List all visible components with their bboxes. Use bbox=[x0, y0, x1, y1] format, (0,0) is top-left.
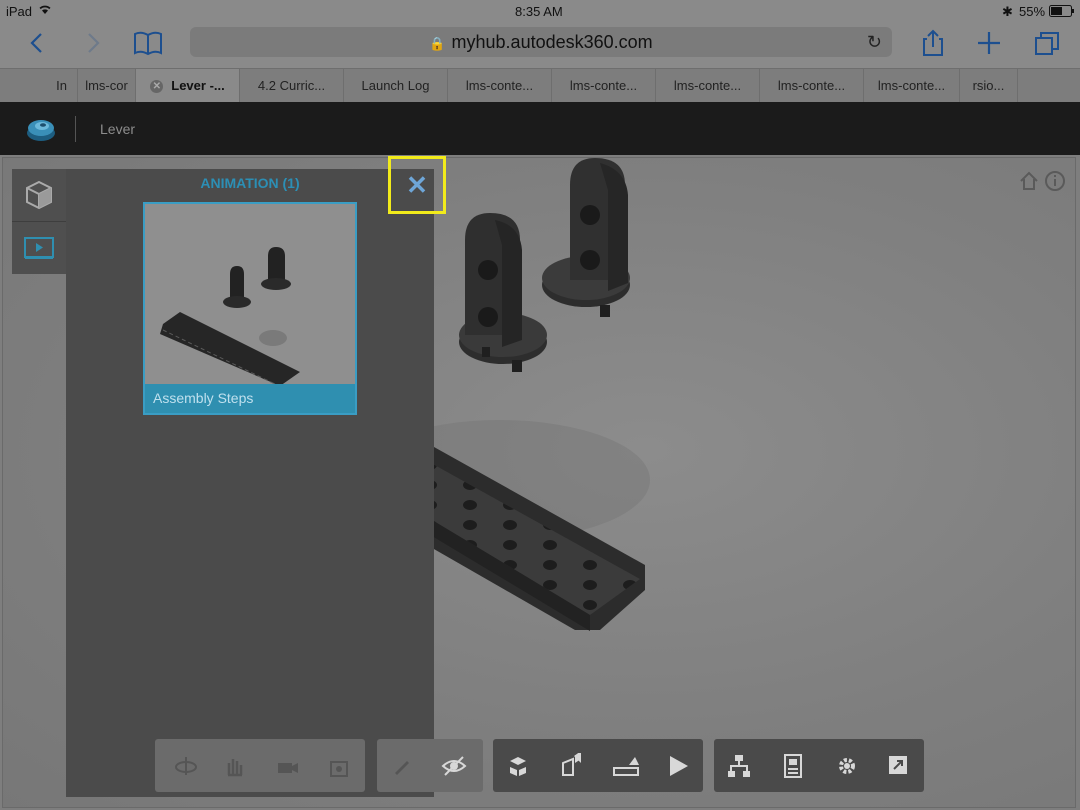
model-browser-tab[interactable] bbox=[12, 169, 66, 221]
back-icon[interactable] bbox=[22, 28, 52, 58]
video-icon bbox=[24, 237, 54, 259]
pan-icon[interactable] bbox=[221, 753, 247, 779]
clock: 8:35 AM bbox=[515, 4, 563, 19]
tab[interactable]: lms-conte... bbox=[864, 69, 960, 102]
orbit-icon[interactable] bbox=[173, 753, 199, 779]
url-text: myhub.autodesk360.com bbox=[451, 32, 653, 52]
device-label: iPad bbox=[6, 4, 33, 19]
share-icon[interactable] bbox=[918, 28, 948, 58]
close-tab-icon[interactable]: ✕ bbox=[150, 80, 164, 94]
visibility-icon[interactable] bbox=[441, 753, 467, 779]
page-title: Lever bbox=[100, 121, 136, 137]
settings-icon[interactable] bbox=[834, 753, 860, 779]
markup-toolbar bbox=[377, 739, 483, 792]
animation-card[interactable]: Assembly Steps bbox=[143, 202, 357, 415]
header-divider bbox=[75, 116, 76, 142]
explode-icon[interactable] bbox=[505, 753, 531, 779]
forward-icon[interactable] bbox=[78, 28, 108, 58]
tab[interactable]: In bbox=[46, 69, 78, 102]
info-icon[interactable] bbox=[1044, 170, 1066, 192]
lock-icon: 🔒 bbox=[429, 36, 446, 51]
browser-toolbar: 🔒 myhub.autodesk360.com ↻ bbox=[0, 22, 1080, 68]
properties-icon[interactable] bbox=[780, 753, 806, 779]
a360-logo-icon[interactable] bbox=[26, 115, 56, 143]
animation-tab[interactable] bbox=[12, 222, 66, 274]
screen: iPad 8:35 AM ✱ 55% 🔒 myhub.autodesk360.co… bbox=[0, 0, 1080, 810]
battery-percent: 55% bbox=[1019, 4, 1046, 19]
tab-label: Lever -... bbox=[171, 78, 225, 93]
reload-icon[interactable]: ↻ bbox=[867, 27, 882, 57]
animation-panel: ANIMATION (1) Assembly Steps bbox=[66, 169, 434, 797]
settings-toolbar bbox=[714, 739, 924, 792]
side-tab-bar bbox=[12, 169, 66, 274]
section-icon[interactable] bbox=[559, 753, 585, 779]
animation-thumbnail bbox=[145, 204, 355, 386]
battery-icon bbox=[1049, 5, 1075, 20]
tab-active[interactable]: ✕ Lever -... bbox=[136, 69, 240, 102]
pencil-icon[interactable] bbox=[389, 753, 415, 779]
tab[interactable]: lms-cor bbox=[78, 69, 136, 102]
address-bar[interactable]: 🔒 myhub.autodesk360.com ↻ bbox=[190, 27, 892, 57]
bluetooth-icon: ✱ bbox=[1002, 4, 1013, 19]
tabs-icon[interactable] bbox=[1032, 28, 1062, 58]
home-view-icon[interactable] bbox=[1018, 170, 1040, 192]
close-icon: ✕ bbox=[406, 170, 428, 200]
fullscreen-icon[interactable] bbox=[886, 753, 912, 779]
close-panel-button[interactable]: ✕ bbox=[388, 156, 446, 214]
fit-icon[interactable] bbox=[327, 753, 353, 779]
tab[interactable]: lms-conte... bbox=[656, 69, 760, 102]
tab[interactable]: lms-conte... bbox=[760, 69, 864, 102]
tab[interactable]: rsio... bbox=[960, 69, 1018, 102]
model-toolbar bbox=[493, 739, 703, 792]
add-tab-icon[interactable] bbox=[974, 28, 1004, 58]
bookmarks-icon[interactable] bbox=[132, 28, 164, 58]
play-icon[interactable] bbox=[665, 753, 691, 779]
measure-icon[interactable] bbox=[613, 753, 639, 779]
camera-icon[interactable] bbox=[275, 753, 301, 779]
status-bar: iPad 8:35 AM ✱ 55% bbox=[0, 0, 1080, 22]
animation-card-label: Assembly Steps bbox=[145, 384, 355, 413]
wifi-icon bbox=[38, 3, 52, 18]
navigation-toolbar bbox=[155, 739, 365, 792]
cube-icon bbox=[26, 180, 52, 210]
structure-icon[interactable] bbox=[726, 753, 752, 779]
panel-title: ANIMATION (1) bbox=[200, 175, 300, 191]
